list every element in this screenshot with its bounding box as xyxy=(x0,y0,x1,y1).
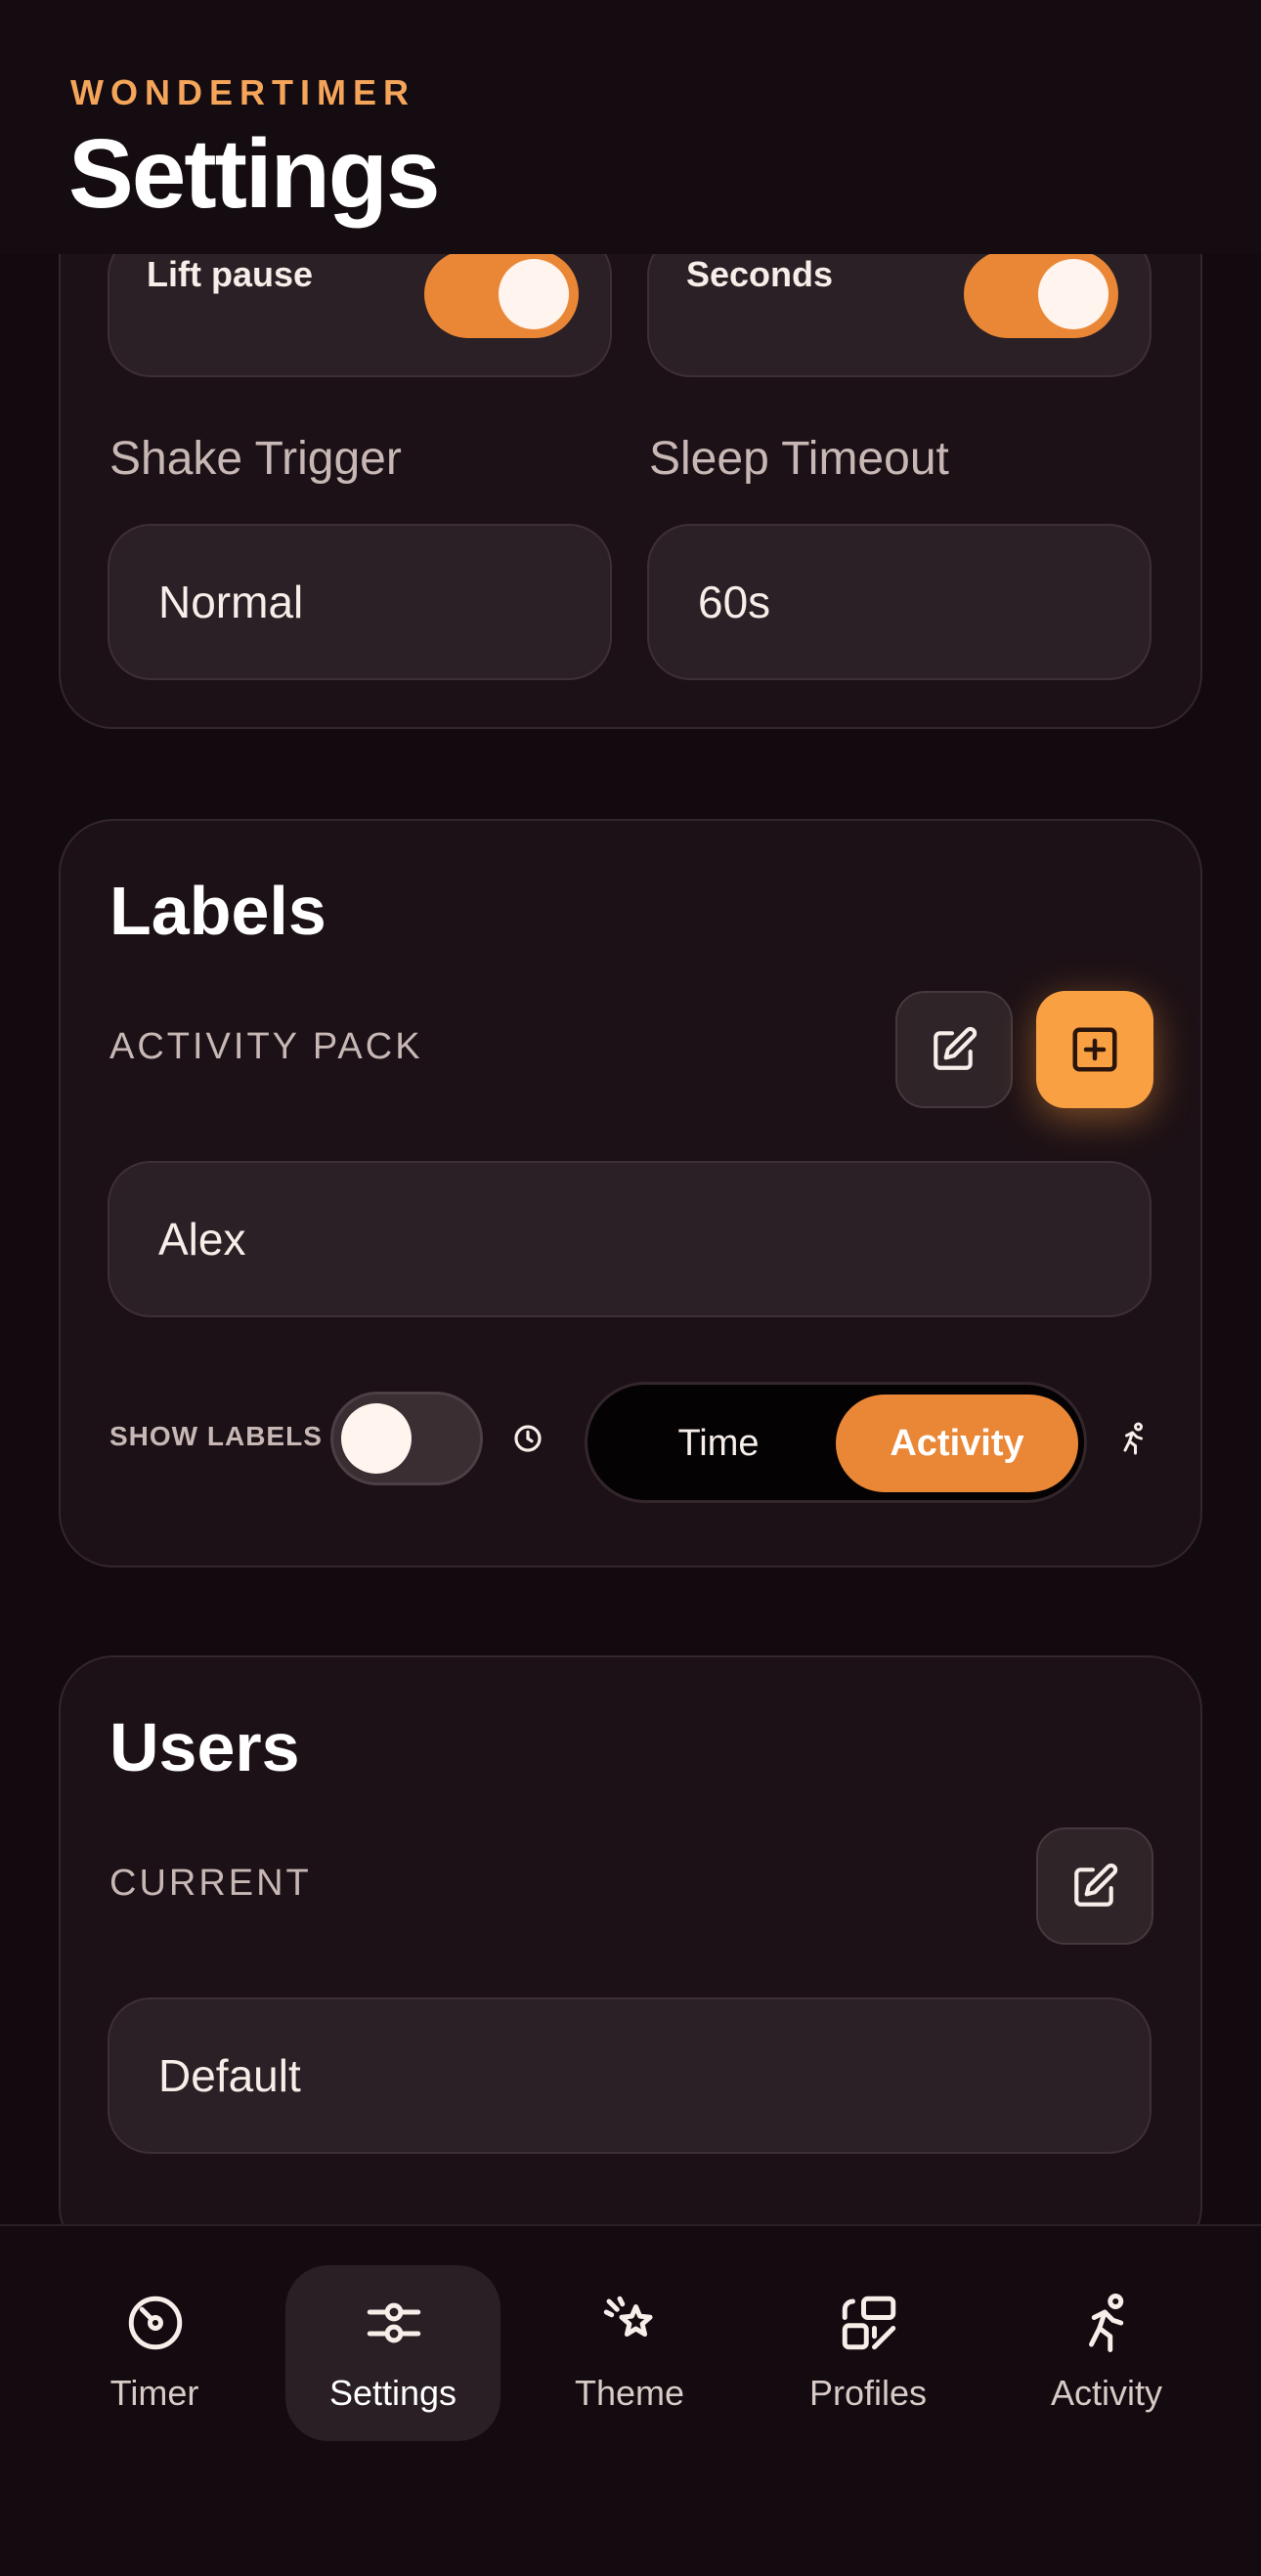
current-user-select[interactable]: Default xyxy=(108,1997,1152,2154)
activity-pack-label: ACTIVITY PACK xyxy=(109,1026,423,1067)
running-icon xyxy=(1123,1422,1143,1455)
profiles-icon xyxy=(842,2296,896,2350)
theme-sparkle-icon xyxy=(603,2296,653,2338)
labels-card: Labels ACTIVITY PACK Alex SHOW LABELS Ti… xyxy=(59,819,1202,1567)
lift-pause-toggle-row[interactable]: Lift pause xyxy=(108,233,612,377)
nav-label: Activity xyxy=(1050,2373,1162,2413)
lift-pause-label: Lift pause xyxy=(147,254,314,294)
show-labels-switch[interactable] xyxy=(330,1392,483,1485)
nav-label: Profiles xyxy=(808,2373,928,2413)
edit-icon xyxy=(934,1026,978,1070)
seconds-toggle-row[interactable]: Seconds xyxy=(647,233,1152,377)
nav-item-timer[interactable]: Timer xyxy=(47,2265,262,2441)
nav-item-activity[interactable]: Activity xyxy=(999,2265,1214,2441)
clock-icon xyxy=(514,1425,542,1452)
sliders-icon xyxy=(367,2302,421,2343)
shake-trigger-select[interactable]: Normal xyxy=(108,524,612,680)
switch-knob xyxy=(1038,259,1109,329)
add-pack-button[interactable] xyxy=(1036,991,1153,1108)
nav-item-theme[interactable]: Theme xyxy=(522,2265,737,2441)
switch-knob xyxy=(499,259,569,329)
users-card: Users CURRENT Default xyxy=(59,1655,1202,2261)
brand-name: WONDERTIMER xyxy=(70,72,415,112)
nav-label: Timer xyxy=(109,2373,199,2413)
timer-icon xyxy=(128,2296,183,2350)
running-icon xyxy=(1089,2294,1124,2352)
seconds-switch[interactable] xyxy=(964,250,1118,338)
label-mode-segmented-control: Time Activity xyxy=(585,1382,1087,1503)
app-header: WONDERTIMER Settings xyxy=(0,0,1261,254)
edit-user-button[interactable] xyxy=(1036,1827,1153,1945)
current-user-label: CURRENT xyxy=(109,1863,312,1904)
nav-item-profiles[interactable]: Profiles xyxy=(761,2265,976,2441)
seconds-label: Seconds xyxy=(686,254,834,294)
show-labels-label: SHOW LABELS xyxy=(109,1421,323,1451)
mode-activity-option[interactable]: Activity xyxy=(836,1395,1078,1492)
page-title: Settings xyxy=(68,119,440,229)
lift-pause-switch[interactable] xyxy=(424,250,579,338)
settings-screen: Lift pause Seconds Shake Trigger Sleep T… xyxy=(0,0,1261,2576)
nav-item-settings[interactable]: Settings xyxy=(285,2265,500,2441)
edit-pack-button[interactable] xyxy=(895,991,1013,1108)
shake-trigger-label: Shake Trigger xyxy=(109,433,402,485)
sleep-timeout-label: Sleep Timeout xyxy=(649,433,949,485)
labels-card-title: Labels xyxy=(109,873,326,949)
sleep-timeout-select[interactable]: 60s xyxy=(647,524,1152,680)
nav-label: Settings xyxy=(328,2373,457,2413)
edit-icon xyxy=(1074,1863,1118,1907)
users-card-title: Users xyxy=(109,1709,300,1785)
add-square-icon xyxy=(1072,1027,1117,1072)
bottom-navigation: Timer Settings Theme Profiles Activity xyxy=(0,2224,1261,2576)
switch-knob xyxy=(341,1403,412,1474)
nav-label: Theme xyxy=(574,2373,685,2413)
activity-pack-select[interactable]: Alex xyxy=(108,1161,1152,1317)
mode-time-option[interactable]: Time xyxy=(601,1395,836,1492)
